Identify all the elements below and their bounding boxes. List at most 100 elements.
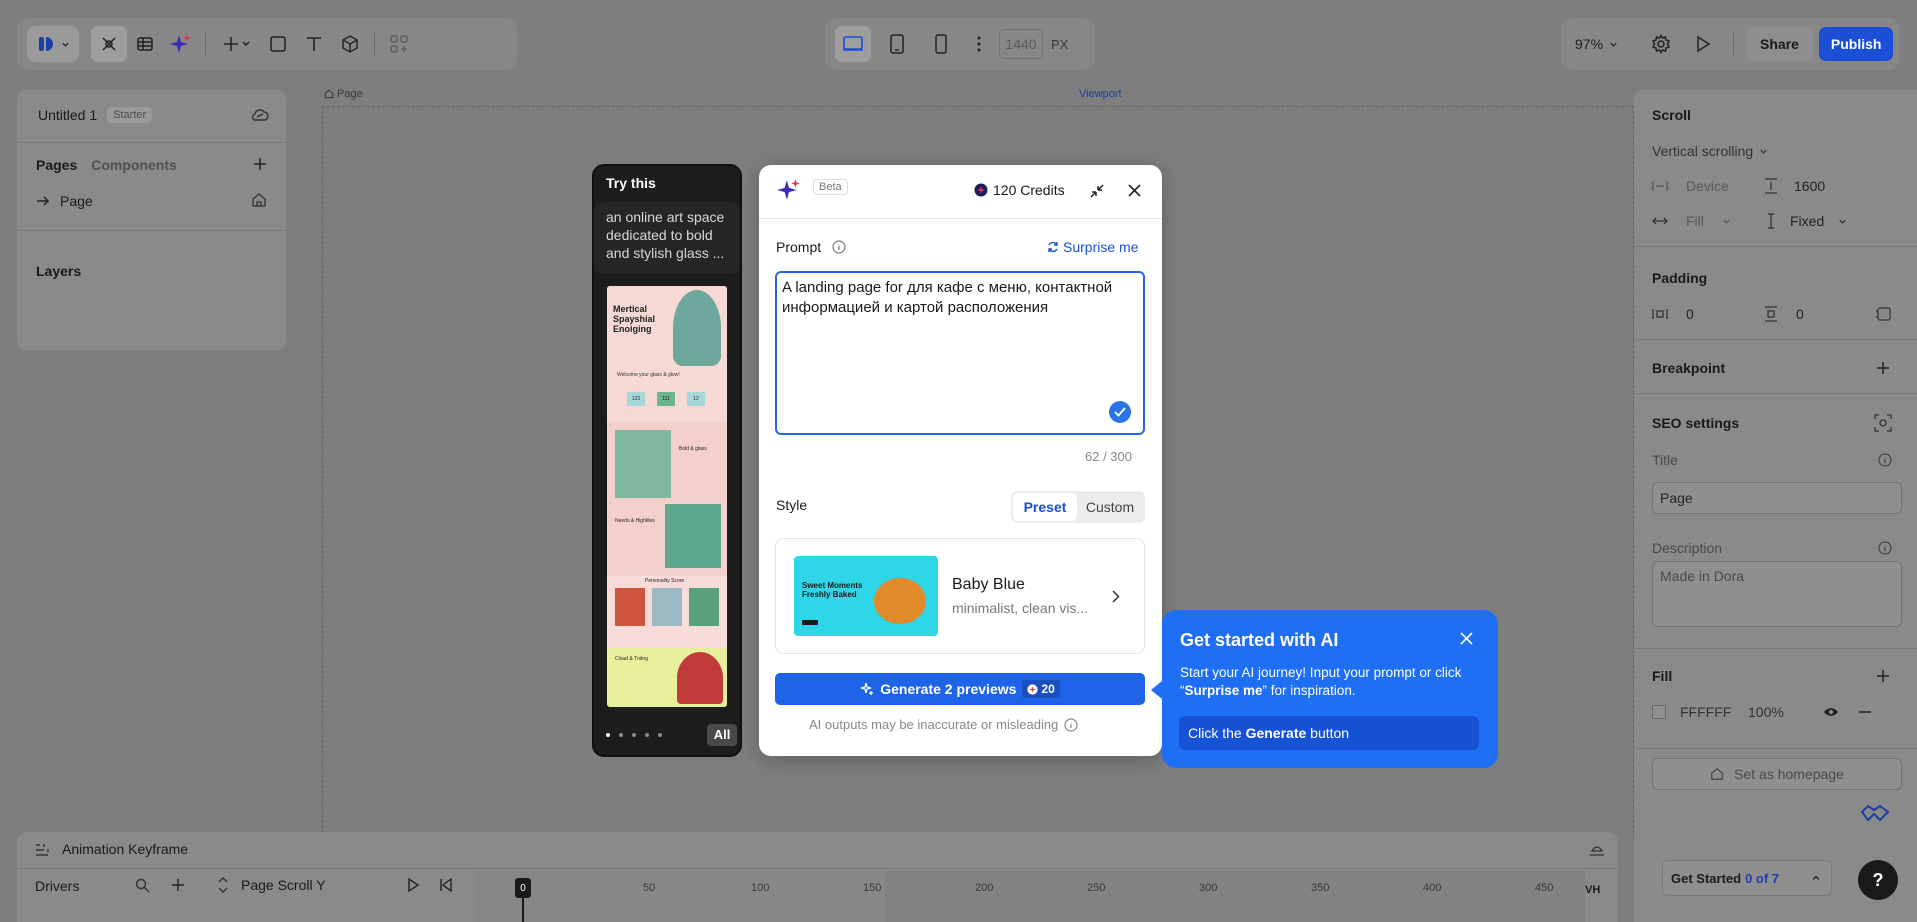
frame-icon[interactable] [260, 26, 296, 62]
carousel-dot[interactable] [632, 733, 636, 737]
device-width-field[interactable]: Device [1652, 178, 1729, 194]
remove-fill-icon[interactable] [1859, 711, 1871, 713]
cloud-sync-icon[interactable] [251, 107, 269, 123]
info-icon[interactable] [832, 240, 846, 254]
search-icon[interactable] [135, 878, 150, 893]
padding-vertical-field[interactable]: 0 [1764, 306, 1804, 322]
ruler-tick: 350 [1311, 882, 1330, 894]
more-vertical-icon[interactable] [967, 26, 991, 62]
mobile-icon[interactable] [923, 26, 959, 62]
minimize-icon[interactable] [1090, 184, 1104, 198]
padding-horizontal-icon [1652, 309, 1668, 319]
ruler-tick: 250 [1087, 882, 1106, 894]
ruler-tick: 150 [863, 882, 882, 894]
rewind-icon[interactable] [439, 878, 453, 892]
visibility-eye-icon[interactable] [1823, 706, 1839, 718]
prompt-textarea[interactable]: A landing page for для кафе с меню, конт… [775, 271, 1145, 464]
text-icon[interactable] [296, 26, 332, 62]
padding-expand-icon[interactable] [1876, 306, 1892, 322]
tools-icon[interactable] [91, 26, 127, 62]
ruler-shade [885, 870, 1585, 922]
try-this-preview[interactable]: Mertical Spayshial Enoiging Welcome your… [607, 286, 727, 707]
add-page-icon[interactable] [253, 157, 267, 171]
left-panel: Untitled 1 Starter Pages Components Page… [17, 90, 286, 350]
fill-row[interactable]: FFFFFF 100% [1652, 702, 1902, 722]
add-driver-icon[interactable] [171, 878, 185, 892]
scroll-mode-select[interactable]: Vertical scrolling [1652, 143, 1768, 159]
fixed-height-select[interactable]: Fixed [1766, 213, 1847, 229]
driver-select[interactable]: Page Scroll Y [217, 877, 326, 893]
tab-pages[interactable]: Pages [36, 157, 77, 173]
timeline-ruler[interactable]: 0 50 100 150 200 250 300 350 400 450 [475, 870, 1585, 922]
style-preset-card[interactable]: Sweet Moments Freshly Baked Baby Blue mi… [775, 538, 1145, 654]
tip-action-button[interactable]: Click the Generate button [1179, 716, 1479, 750]
play-icon[interactable] [407, 878, 419, 892]
generate-button[interactable]: Generate 2 previews 20 [775, 673, 1145, 705]
ruler-unit[interactable]: VH [1585, 884, 1600, 896]
logo-menu-button[interactable] [27, 26, 79, 62]
close-icon[interactable] [1460, 632, 1473, 645]
component-cube-icon[interactable] [332, 26, 368, 62]
play-preview-icon[interactable] [1685, 26, 1721, 62]
fill-color-swatch[interactable] [1652, 705, 1666, 719]
publish-button[interactable]: Publish [1818, 27, 1894, 61]
carousel-dots[interactable] [606, 733, 662, 737]
page-label-text: Page [337, 88, 363, 100]
style-description: minimalist, clean vis... [952, 600, 1089, 616]
carousel-dot[interactable] [619, 733, 623, 737]
settings-gear-icon[interactable] [1643, 26, 1679, 62]
ai-sparkle-icon [776, 177, 802, 203]
tablet-icon[interactable] [879, 26, 915, 62]
padding-h-value: 0 [1686, 306, 1694, 322]
plugins-icon[interactable] [381, 26, 417, 62]
seo-description-value: Made in Dora [1660, 568, 1745, 584]
zoom-select[interactable]: 97% [1575, 36, 1637, 52]
help-icon[interactable]: ? [1858, 860, 1898, 900]
statue-image [665, 504, 721, 568]
ai-sparkle-icon[interactable] [163, 26, 199, 62]
handshake-icon[interactable] [1860, 802, 1890, 824]
layers-title: Layers [36, 263, 82, 279]
close-icon[interactable] [1128, 184, 1141, 197]
add-icon[interactable] [212, 26, 260, 62]
tab-custom[interactable]: Custom [1077, 499, 1143, 515]
seo-title-input[interactable]: Page [1652, 482, 1902, 514]
surprise-me-button[interactable]: Surprise me [1047, 239, 1138, 255]
info-icon[interactable] [1064, 717, 1078, 732]
check-circle-icon[interactable] [1109, 401, 1131, 423]
height-icon [1765, 178, 1777, 194]
chevron-down-icon [1839, 219, 1846, 224]
get-started-widget[interactable]: Get Started 0 of 7 [1662, 860, 1832, 896]
seo-preview-icon[interactable] [1874, 414, 1892, 432]
tab-preset[interactable]: Preset [1013, 493, 1077, 521]
tab-components[interactable]: Components [91, 157, 177, 173]
fill-width-select[interactable]: Fill [1652, 213, 1731, 229]
seo-description-input[interactable]: Made in Dora [1652, 561, 1902, 627]
viewport-width-input[interactable]: 1440 [999, 29, 1043, 59]
seo-title-label: Title [1652, 452, 1678, 468]
credits-value: 120 Credits [993, 182, 1065, 198]
playhead[interactable]: 0 [515, 878, 531, 898]
tip-action-prefix: Click the [1188, 725, 1246, 741]
carousel-dot[interactable] [645, 733, 649, 737]
set-homepage-button[interactable]: Set as homepage [1652, 758, 1902, 790]
height-field[interactable]: 1600 [1764, 178, 1825, 194]
seo-section-title: SEO settings [1652, 415, 1740, 431]
add-breakpoint-icon[interactable] [1876, 361, 1890, 375]
table-icon[interactable] [127, 26, 163, 62]
get-started-ai-tip: Get started with AI Start your AI journe… [1162, 610, 1498, 768]
share-button[interactable]: Share [1746, 27, 1813, 61]
collapse-timeline-icon[interactable] [1588, 841, 1606, 857]
padding-horizontal-field[interactable]: 0 [1652, 306, 1694, 322]
carousel-dot[interactable] [606, 733, 610, 737]
project-name[interactable]: Untitled 1 [38, 107, 97, 123]
carousel-dot[interactable] [658, 733, 662, 737]
all-button[interactable]: All [707, 724, 737, 746]
page-item-label: Page [60, 193, 93, 209]
desktop-icon[interactable] [835, 26, 871, 62]
page-list-item[interactable]: Page [36, 190, 276, 212]
try-this-prompt[interactable]: an online art space dedicated to bold an… [594, 202, 740, 274]
device-toolbar: 1440 PX [825, 18, 1095, 70]
add-fill-icon[interactable] [1876, 669, 1890, 683]
generate-cost-badge: 20 [1022, 680, 1060, 698]
